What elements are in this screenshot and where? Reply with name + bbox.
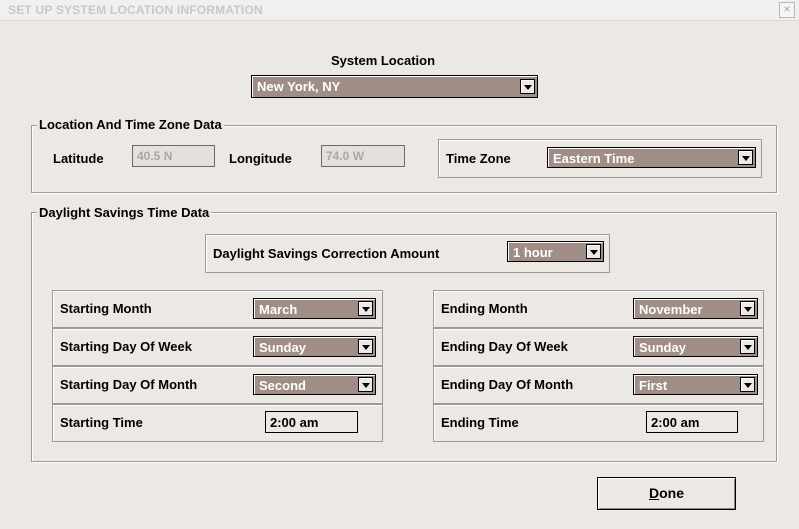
correction-select[interactable]: 1 hour bbox=[507, 241, 604, 262]
end-dom-value: First bbox=[639, 378, 668, 393]
start-dom-select[interactable]: Second bbox=[253, 374, 376, 395]
chevron-down-icon[interactable] bbox=[740, 377, 755, 392]
dst-group-legend: Daylight Savings Time Data bbox=[37, 205, 212, 220]
end-month-value: November bbox=[639, 302, 703, 317]
end-dom-select[interactable]: First bbox=[633, 374, 758, 395]
latitude-field: 40.5 N bbox=[132, 145, 215, 167]
title-bar: SET UP SYSTEM LOCATION INFORMATION × bbox=[0, 0, 799, 21]
start-month-select[interactable]: March bbox=[253, 298, 376, 319]
location-group-legend: Location And Time Zone Data bbox=[37, 117, 224, 132]
end-time-label: Ending Time bbox=[441, 415, 519, 430]
system-location-value: New York, NY bbox=[257, 79, 341, 94]
chevron-down-icon[interactable] bbox=[358, 377, 373, 392]
start-dow-select[interactable]: Sunday bbox=[253, 336, 376, 357]
time-zone-select[interactable]: Eastern Time bbox=[547, 147, 756, 168]
start-dom-label: Starting Day Of Month bbox=[60, 377, 198, 392]
done-mnemonic: D bbox=[648, 485, 660, 501]
time-zone-value: Eastern Time bbox=[553, 151, 635, 166]
start-dow-value: Sunday bbox=[259, 340, 306, 355]
latitude-label: Latitude bbox=[53, 151, 104, 166]
done-button[interactable]: Done bbox=[597, 477, 736, 510]
chevron-down-icon[interactable] bbox=[740, 339, 755, 354]
chevron-down-icon[interactable] bbox=[740, 301, 755, 316]
window-title: SET UP SYSTEM LOCATION INFORMATION bbox=[8, 3, 263, 17]
chevron-down-icon[interactable] bbox=[358, 339, 373, 354]
correction-value: 1 hour bbox=[513, 245, 553, 260]
start-month-label: Starting Month bbox=[60, 301, 152, 316]
start-time-label: Starting Time bbox=[60, 415, 143, 430]
longitude-label: Longitude bbox=[229, 151, 292, 166]
longitude-field: 74.0 W bbox=[321, 145, 405, 167]
correction-label: Daylight Savings Correction Amount bbox=[213, 246, 440, 261]
end-dom-label: Ending Day Of Month bbox=[441, 377, 574, 392]
time-zone-label: Time Zone bbox=[446, 151, 511, 166]
start-dom-value: Second bbox=[259, 378, 306, 393]
end-dow-select[interactable]: Sunday bbox=[633, 336, 758, 357]
close-icon[interactable]: × bbox=[779, 2, 795, 18]
system-location-label: System Location bbox=[331, 53, 436, 68]
chevron-down-icon[interactable] bbox=[586, 244, 601, 259]
end-month-label: Ending Month bbox=[441, 301, 528, 316]
chevron-down-icon[interactable] bbox=[520, 79, 535, 94]
system-location-select[interactable]: New York, NY bbox=[251, 75, 538, 98]
end-month-select[interactable]: November bbox=[633, 298, 758, 319]
chevron-down-icon[interactable] bbox=[358, 301, 373, 316]
end-dow-value: Sunday bbox=[639, 340, 686, 355]
done-label-rest: one bbox=[659, 485, 684, 501]
start-time-field[interactable]: 2:00 am bbox=[265, 411, 358, 433]
start-month-value: March bbox=[259, 302, 298, 317]
chevron-down-icon[interactable] bbox=[738, 150, 753, 165]
end-time-field[interactable]: 2:00 am bbox=[646, 411, 738, 433]
end-dow-label: Ending Day Of Week bbox=[441, 339, 568, 354]
start-dow-label: Starting Day Of Week bbox=[60, 339, 192, 354]
